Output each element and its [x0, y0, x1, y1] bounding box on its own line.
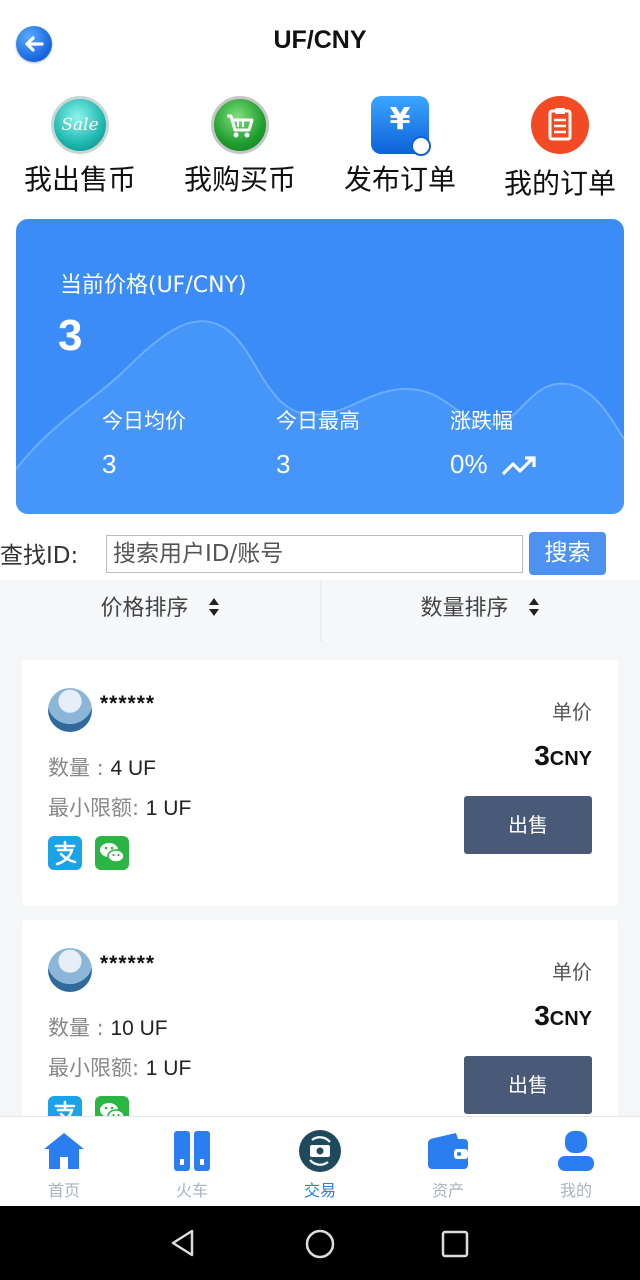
quick-actions: Sale 我出售币 我购买币 ¥ 发布订单 我的订单 — [0, 96, 640, 200]
listing-card: ****** 单价 3CNY 数量 : 10 UF 最小限额: 1 UF 出售 — [22, 920, 618, 1116]
quantity: 数量 : 4 UF — [48, 756, 156, 780]
system-home-icon[interactable] — [304, 1228, 336, 1260]
wechat-pay-icon — [95, 836, 129, 870]
exchange-icon — [298, 1129, 342, 1173]
min-limit: 最小限额: 1 UF — [48, 1056, 192, 1080]
alipay-icon — [48, 1096, 82, 1116]
search-button[interactable]: 搜索 — [529, 532, 606, 575]
system-nav-bar — [0, 1206, 640, 1280]
quick-action-sell[interactable]: Sale 我出售币 — [0, 96, 160, 198]
quick-action-buy[interactable]: 我购买币 — [160, 96, 320, 198]
quick-action-label: 我的订单 — [503, 167, 616, 200]
page-title: UF/CNY — [273, 26, 367, 54]
quick-action-my-orders[interactable]: 我的订单 — [480, 96, 640, 202]
bottom-nav: 首页 火车 交易 资产 我的 — [0, 1116, 640, 1206]
nav-label: 火车 — [175, 1181, 208, 1200]
wechat-pay-icon — [95, 1096, 129, 1116]
listing-card: ****** 单价 3CNY 数量 : 4 UF 最小限额: 1 UF 出售 — [22, 660, 618, 906]
user-name: ****** — [100, 952, 156, 975]
unit-price-label: 单价 — [552, 700, 592, 724]
sell-button[interactable]: 出售 — [464, 796, 592, 854]
search-input[interactable] — [106, 535, 523, 573]
sort-arrows-icon — [528, 598, 539, 616]
sort-arrows-icon — [208, 598, 219, 616]
unit-price: 3CNY — [534, 1000, 592, 1031]
trending-up-icon — [501, 456, 536, 476]
nav-label: 首页 — [47, 1181, 80, 1200]
clipboard-icon — [531, 96, 589, 154]
nav-item-mine[interactable]: 我的 — [512, 1117, 640, 1207]
train-icon — [170, 1129, 214, 1173]
sort-bar: 价格排序 数量排序 — [0, 580, 640, 642]
quantity: 数量 : 10 UF — [48, 1016, 168, 1040]
home-icon — [42, 1129, 86, 1173]
nav-item-train[interactable]: 火车 — [128, 1117, 256, 1207]
nav-label: 资产 — [431, 1181, 464, 1200]
stat-high: 今日最高 3 — [276, 409, 360, 479]
nav-label: 我的 — [559, 1181, 592, 1200]
system-back-icon[interactable] — [168, 1228, 198, 1258]
wallet-icon — [426, 1129, 470, 1173]
yen-document-icon: ¥ — [371, 96, 431, 156]
system-recents-icon[interactable] — [440, 1229, 470, 1259]
quick-action-label: 我出售币 — [23, 163, 136, 196]
cart-icon — [211, 96, 269, 154]
price-card: 当前价格(UF/CNY) 3 今日均价 3 今日最高 3 涨跌幅 0% — [16, 219, 624, 514]
nav-label: 交易 — [303, 1181, 336, 1200]
avatar — [48, 688, 92, 732]
unit-price-label: 单价 — [552, 960, 592, 984]
sale-icon: Sale — [51, 96, 109, 154]
stat-average: 今日均价 3 — [102, 409, 186, 479]
avatar — [48, 948, 92, 992]
search-label: 查找ID: — [0, 543, 79, 569]
listing-list[interactable]: ****** 单价 3CNY 数量 : 4 UF 最小限额: 1 UF 出售 *… — [0, 642, 640, 1116]
stat-change: 涨跌幅 0% — [450, 405, 539, 480]
alipay-icon — [48, 836, 82, 870]
header: UF/CNY — [0, 0, 640, 86]
current-price-label: 当前价格(UF/CNY) — [60, 273, 247, 298]
user-name: ****** — [100, 692, 156, 715]
quick-action-label: 发布订单 — [343, 163, 456, 196]
sell-button[interactable]: 出售 — [464, 1056, 592, 1114]
user-icon — [554, 1129, 598, 1173]
nav-item-assets[interactable]: 资产 — [384, 1117, 512, 1207]
quick-action-label: 我购买币 — [183, 163, 296, 196]
sort-by-quantity[interactable]: 数量排序 — [320, 580, 640, 642]
unit-price: 3CNY — [534, 740, 592, 771]
clock-icon — [411, 136, 431, 156]
nav-item-home[interactable]: 首页 — [0, 1117, 128, 1207]
nav-item-trade[interactable]: 交易 — [256, 1117, 384, 1207]
current-price-value: 3 — [58, 311, 83, 360]
quick-action-publish[interactable]: ¥ 发布订单 — [320, 96, 480, 198]
sort-by-price[interactable]: 价格排序 — [0, 580, 320, 642]
min-limit: 最小限额: 1 UF — [48, 796, 192, 820]
